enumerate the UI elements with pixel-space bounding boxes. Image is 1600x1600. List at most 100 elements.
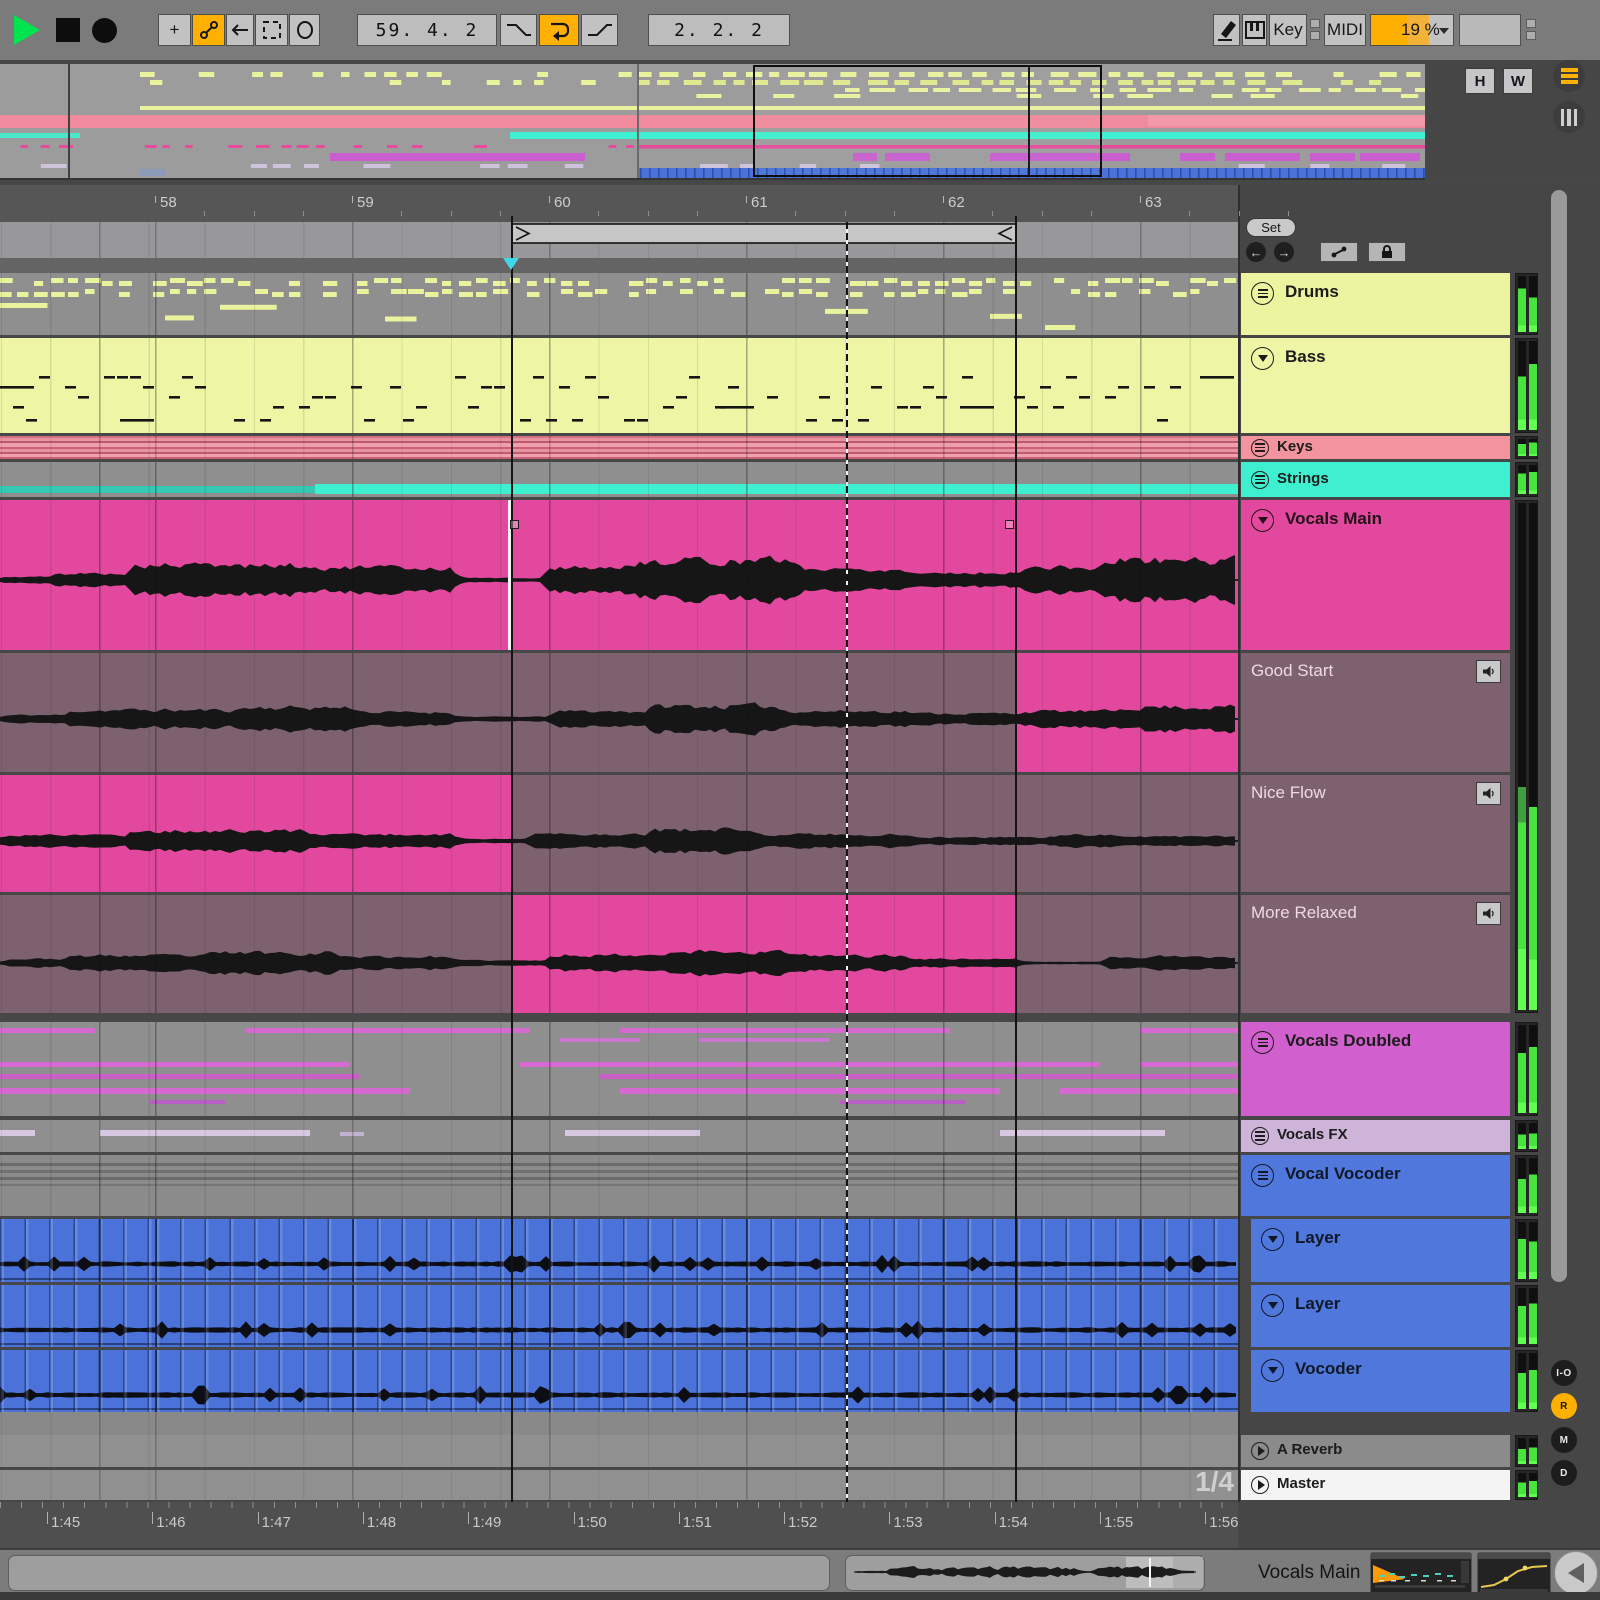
set-marker-button[interactable]: Set [1246, 218, 1296, 237]
loop-length-display[interactable]: 2. 2. 2 [648, 14, 790, 46]
track-content[interactable] [0, 1155, 1238, 1216]
midi-map-button[interactable]: MIDI [1324, 14, 1366, 46]
selection-start-line[interactable] [511, 216, 513, 1502]
punch-in-button[interactable] [500, 14, 537, 46]
arrangement-overview[interactable] [0, 64, 1425, 180]
track-header-bass[interactable]: Bass [1241, 338, 1510, 433]
track-header-layer[interactable]: Layer [1251, 1219, 1510, 1282]
track-content[interactable] [0, 1435, 1238, 1467]
device-thumbnail-spectrum[interactable] [1370, 1552, 1472, 1596]
play-button[interactable] [14, 15, 40, 45]
fold-arrow-icon[interactable] [1261, 1359, 1284, 1382]
track-menu-icon[interactable] [1251, 1164, 1274, 1187]
arrangement-position-display[interactable]: 59. 4. 2 [357, 14, 497, 46]
next-marker-button[interactable]: → [1274, 242, 1294, 262]
take-lane-nice-flow[interactable]: Nice Flow [1241, 775, 1510, 892]
fold-arrow-icon[interactable] [1261, 1294, 1284, 1317]
take-lane-content[interactable] [0, 653, 1238, 772]
selection-end-line[interactable] [1015, 216, 1017, 1502]
track-header-vocals-doubled[interactable]: Vocals Doubled [1241, 1022, 1510, 1116]
track-header-master[interactable]: Master [1241, 1470, 1510, 1500]
track-header-vocal-vocoder[interactable]: Vocal Vocoder [1241, 1155, 1510, 1216]
link-tracks-button[interactable] [1320, 242, 1358, 262]
overview-view-rectangle[interactable] [753, 65, 1102, 177]
record-button[interactable] [92, 18, 117, 43]
track-menu-icon[interactable] [1251, 282, 1274, 305]
scrub-area[interactable] [0, 258, 1238, 273]
hide-tracks-button[interactable]: H [1465, 68, 1495, 94]
loop-brace[interactable] [0, 222, 1238, 258]
splitter-handle[interactable] [1526, 19, 1536, 28]
audition-speaker-button[interactable] [1476, 660, 1501, 683]
track-menu-icon[interactable] [1251, 439, 1269, 457]
track-content[interactable] [0, 462, 1238, 497]
track-menu-icon[interactable] [1251, 1127, 1269, 1145]
track-content[interactable] [0, 1350, 1238, 1412]
play-arm-icon[interactable] [1251, 1476, 1269, 1494]
width-zoom-button[interactable]: W [1503, 68, 1533, 94]
take-lane-more-relaxed[interactable]: More Relaxed [1241, 895, 1510, 1013]
vertical-scrollbar[interactable] [1551, 190, 1567, 1282]
lock-button[interactable] [1368, 242, 1406, 262]
mixer-columns-button[interactable] [1553, 101, 1585, 133]
insert-marker-top-icon[interactable] [503, 258, 519, 270]
horizontal-scrollbar[interactable] [8, 1555, 830, 1591]
splitter-handle[interactable] [1310, 19, 1320, 28]
splitter-handle[interactable] [1526, 31, 1536, 40]
device-thumbnail-eq[interactable] [1477, 1552, 1551, 1596]
track-header-strings[interactable]: Strings [1241, 462, 1510, 497]
cpu-meter[interactable]: 19 % [1370, 14, 1454, 46]
track-header-drums[interactable]: Drums [1241, 273, 1510, 335]
show-hide-detail-button[interactable] [1554, 1551, 1598, 1595]
stop-button[interactable] [56, 18, 80, 42]
track-content[interactable] [0, 1285, 1238, 1347]
track-content[interactable] [0, 1470, 1238, 1500]
track-content[interactable] [0, 1219, 1238, 1282]
fade-handle[interactable] [1005, 520, 1014, 529]
hamburger-menu-button[interactable] [1553, 60, 1585, 92]
mixer-toggle-i-o[interactable]: I-O [1551, 1360, 1577, 1386]
track-header-layer[interactable]: Layer [1251, 1285, 1510, 1347]
track-header-vocoder[interactable]: Vocoder [1251, 1350, 1510, 1412]
mixer-toggle-m[interactable]: M [1551, 1427, 1577, 1453]
track-menu-icon[interactable] [1251, 1031, 1274, 1054]
take-lane-content[interactable] [0, 775, 1238, 892]
draw-circle-button[interactable] [289, 14, 320, 46]
draw-mode-button[interactable] [1213, 14, 1240, 46]
track-content[interactable] [0, 1022, 1238, 1116]
track-header-keys[interactable]: Keys [1241, 436, 1510, 459]
fold-arrow-icon[interactable] [1251, 509, 1274, 532]
fold-arrow-icon[interactable] [1261, 1228, 1284, 1251]
mixer-toggle-r[interactable]: R [1551, 1393, 1577, 1419]
track-content[interactable] [0, 436, 1238, 459]
fold-arrow-icon[interactable] [1251, 347, 1274, 370]
track-content[interactable] [0, 1120, 1238, 1152]
beat-time-ruler[interactable]: 585960616263 [0, 185, 1238, 222]
track-header-a-reverb[interactable]: A Reverb [1241, 1435, 1510, 1467]
link-follow-button[interactable] [192, 14, 225, 46]
back-arrow-button[interactable] [226, 14, 254, 46]
time-ruler[interactable]: 1:451:461:471:481:491:501:511:521:531:54… [0, 1502, 1238, 1548]
splitter-handle[interactable] [1310, 31, 1320, 40]
punch-out-button[interactable] [581, 14, 618, 46]
fade-handle[interactable] [510, 520, 519, 529]
track-content[interactable] [0, 1412, 1238, 1435]
take-lane-content[interactable] [0, 895, 1238, 1013]
clip-overview[interactable] [845, 1555, 1205, 1591]
computer-midi-keyboard-button[interactable] [1242, 14, 1267, 46]
marquee-select-button[interactable] [255, 14, 288, 46]
track-content[interactable] [0, 273, 1238, 335]
key-map-button[interactable]: Key [1269, 14, 1307, 46]
track-content[interactable] [0, 500, 1238, 650]
playhead[interactable] [846, 222, 848, 1502]
track-header-vocals-main[interactable]: Vocals Main [1241, 500, 1510, 650]
audition-speaker-button[interactable] [1476, 782, 1501, 805]
loop-strip[interactable] [0, 222, 1238, 258]
take-lane-good-start[interactable]: Good Start [1241, 653, 1510, 772]
mixer-toggle-d[interactable]: D [1551, 1460, 1577, 1486]
loop-button[interactable] [539, 14, 579, 46]
track-menu-icon[interactable] [1251, 471, 1269, 489]
prev-marker-button[interactable]: ← [1246, 242, 1266, 262]
pencil-add-button[interactable]: + [158, 14, 191, 46]
play-arm-icon[interactable] [1251, 1442, 1269, 1460]
